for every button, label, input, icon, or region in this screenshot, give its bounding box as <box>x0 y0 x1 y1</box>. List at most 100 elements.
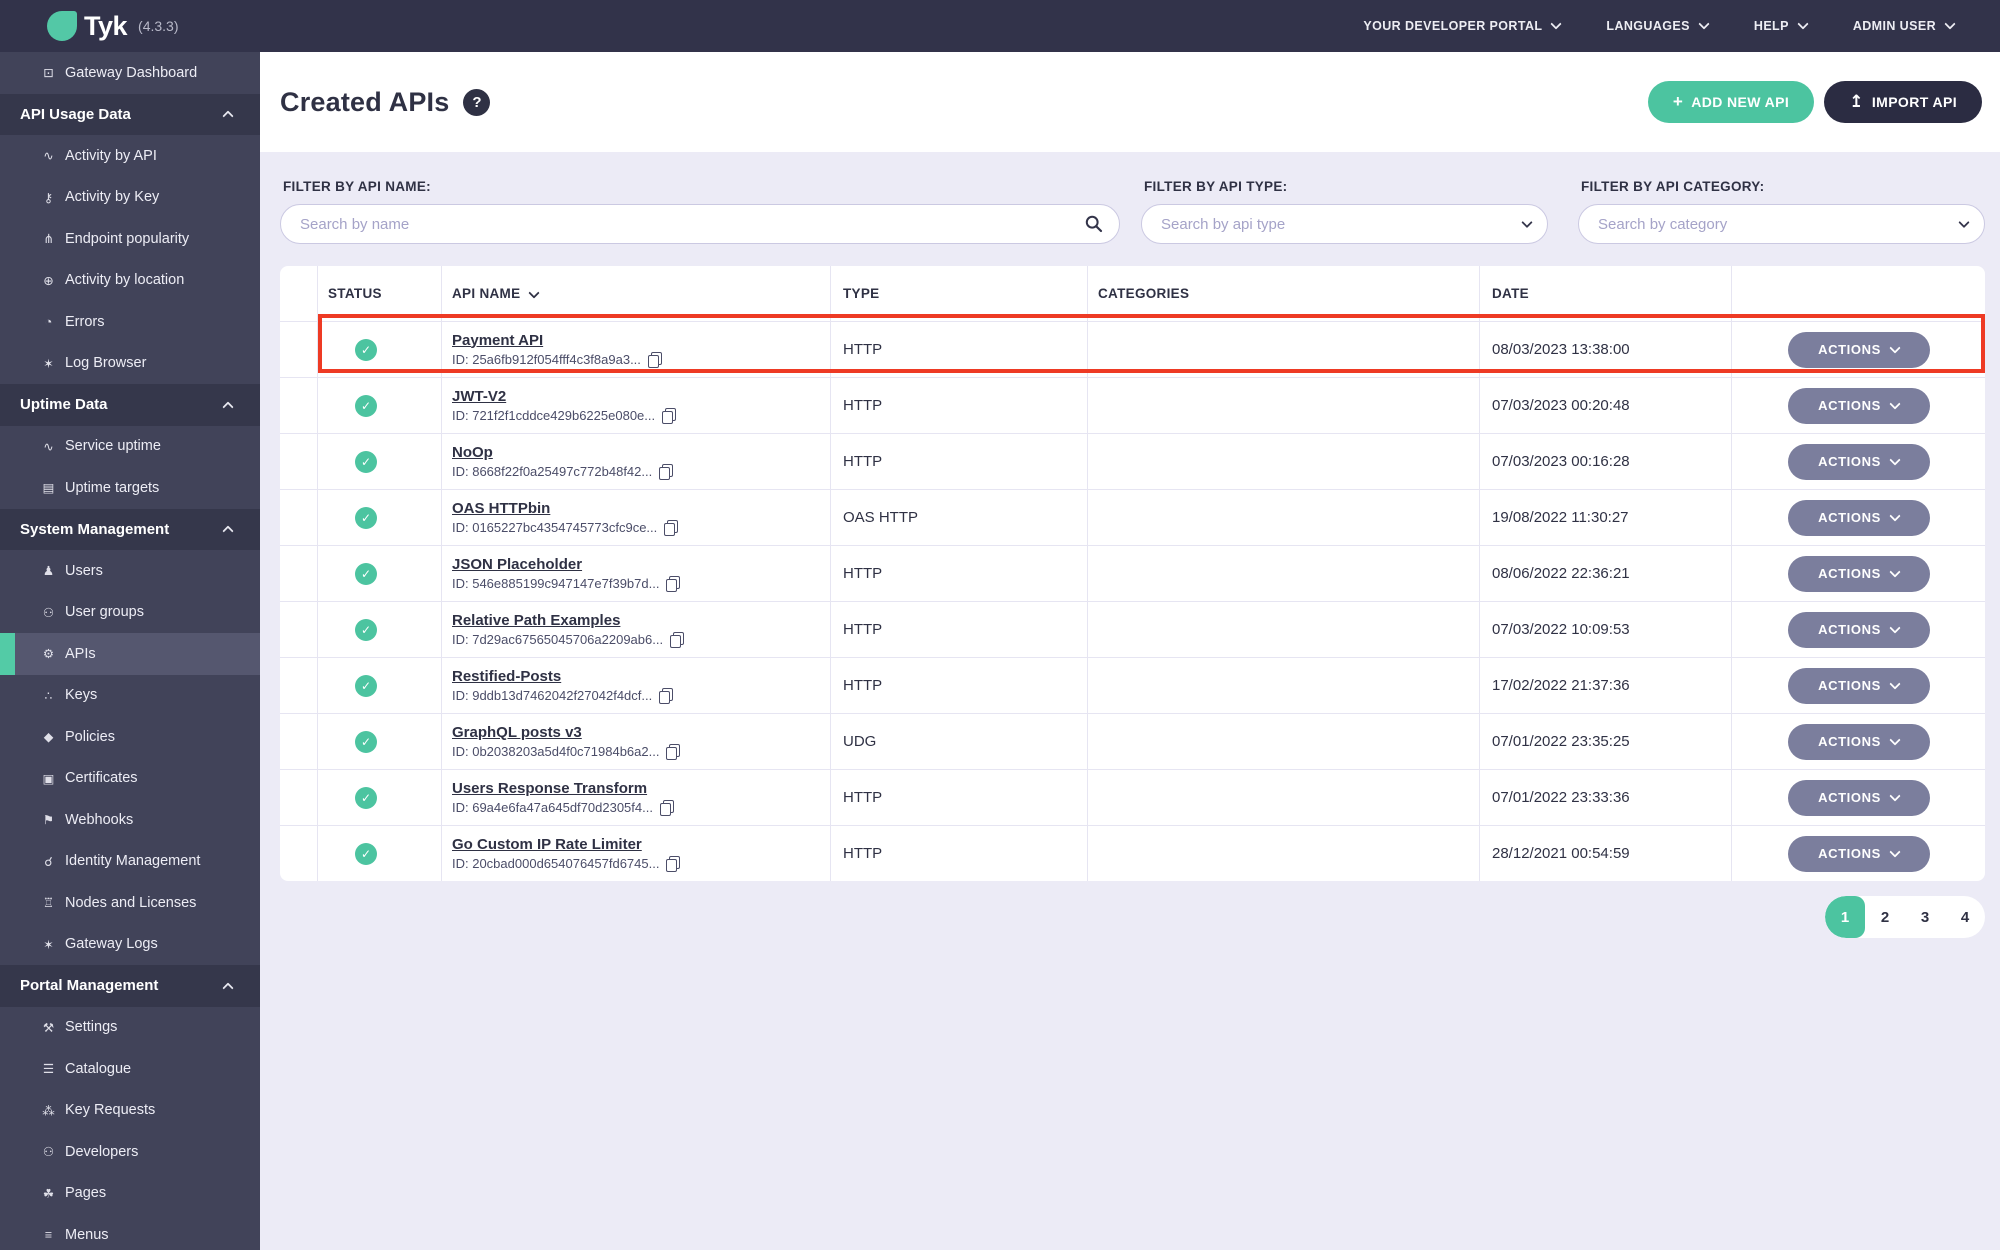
api-type: HTTP <box>831 546 1088 601</box>
sidebar-item-activity-by-location[interactable]: ⊕ Activity by location <box>0 260 260 302</box>
table-row: ✓ OAS HTTPbin ID: 0165227bc4354745773cfc… <box>280 489 1985 545</box>
chevron-down-icon[interactable] <box>1521 216 1533 229</box>
sitemap-icon: ∴ <box>44 688 53 703</box>
search-icon[interactable] <box>1085 215 1103 233</box>
table-row: ✓ Payment API ID: 25a6fb912f054fff4c3f8a… <box>280 321 1985 377</box>
sidebar-item-identity-management[interactable]: ☌ Identity Management <box>0 841 260 883</box>
sidebar-item-catalogue[interactable]: ☰ Catalogue <box>0 1048 260 1090</box>
api-id: ID: 9ddb13d7462042f27042f4dcf... <box>452 687 674 704</box>
api-name-link[interactable]: JWT-V2 <box>452 388 506 405</box>
user-icon: ♟ <box>42 564 55 579</box>
topbar-menu-languages[interactable]: LANGUAGES <box>1606 18 1710 33</box>
sidebar-item-certificates[interactable]: ▣ Certificates <box>0 758 260 800</box>
sidebar-item-users[interactable]: ♟ Users <box>0 550 260 592</box>
chevron-down-icon <box>1698 18 1710 30</box>
copy-icon[interactable] <box>659 463 674 480</box>
api-categories <box>1088 602 1480 657</box>
copy-icon[interactable] <box>662 407 677 424</box>
actions-button[interactable]: ACTIONS <box>1787 667 1930 704</box>
api-name-link[interactable]: GraphQL posts v3 <box>452 724 582 741</box>
page-button-3[interactable]: 3 <box>1905 896 1945 938</box>
topbar-menu-your-developer-portal[interactable]: YOUR DEVELOPER PORTAL <box>1363 18 1563 33</box>
copy-icon[interactable] <box>666 575 681 592</box>
topbar-menu-help[interactable]: HELP <box>1754 18 1809 33</box>
actions-button[interactable]: ACTIONS <box>1787 499 1930 536</box>
col-header-api-name[interactable]: API NAME <box>442 266 831 321</box>
sidebar-item-developers[interactable]: ⚇ Developers <box>0 1131 260 1173</box>
chevron-down-icon[interactable] <box>1958 216 1970 229</box>
actions-button[interactable]: ACTIONS <box>1787 779 1930 816</box>
api-id: ID: 0b2038203a5d4f0c71984b6a2... <box>452 743 681 760</box>
api-date: 17/02/2022 21:37:36 <box>1480 658 1732 713</box>
api-date: 07/01/2022 23:35:25 <box>1480 714 1732 769</box>
sidebar-section-uptime-data[interactable]: Uptime Data <box>0 384 260 426</box>
api-name-link[interactable]: NoOp <box>452 444 493 461</box>
sidebar-item-menus[interactable]: ≡ Menus <box>0 1214 260 1250</box>
copy-icon[interactable] <box>659 799 674 816</box>
sidebar-item-gateway-dashboard[interactable]: ⊡ Gateway Dashboard <box>0 52 260 94</box>
actions-button[interactable]: ACTIONS <box>1787 387 1930 424</box>
page-button-1[interactable]: 1 <box>1825 896 1865 938</box>
table-row: ✓ NoOp ID: 8668f22f0a25497c772b48f42... … <box>280 433 1985 489</box>
sidebar-item-activity-by-api[interactable]: ∿ Activity by API <box>0 135 260 177</box>
sidebar-item-policies[interactable]: ◆ Policies <box>0 716 260 758</box>
sidebar-item-nodes-and-licenses[interactable]: ♖ Nodes and Licenses <box>0 882 260 924</box>
actions-button[interactable]: ACTIONS <box>1787 835 1930 872</box>
copy-icon[interactable] <box>659 687 674 704</box>
api-name-link[interactable]: OAS HTTPbin <box>452 500 550 517</box>
help-icon[interactable]: ? <box>463 88 491 116</box>
copy-icon[interactable] <box>670 631 685 648</box>
actions-button[interactable]: ACTIONS <box>1787 723 1930 760</box>
sidebar-item-gateway-logs[interactable]: ✶ Gateway Logs <box>0 924 260 966</box>
topbar-menu-admin-user[interactable]: ADMIN USER <box>1853 18 1956 33</box>
actions-button[interactable]: ACTIONS <box>1787 611 1930 648</box>
page-button-2[interactable]: 2 <box>1865 896 1905 938</box>
table-row: ✓ JWT-V2 ID: 721f2f1cddce429b6225e080e..… <box>280 377 1985 433</box>
copy-icon[interactable] <box>664 519 679 536</box>
sidebar-item-uptime-targets[interactable]: ▤ Uptime targets <box>0 467 260 509</box>
sidebar-item-apis[interactable]: ⚙ APIs <box>0 633 260 675</box>
api-name-link[interactable]: Payment API <box>452 332 543 349</box>
sidebar-item-errors[interactable]: ◔ Errors <box>0 301 260 343</box>
copy-icon[interactable] <box>666 855 681 872</box>
copy-icon[interactable] <box>666 743 681 760</box>
api-name-link[interactable]: Restified-Posts <box>452 668 561 685</box>
sidebar-item-endpoint-popularity[interactable]: ⋔ Endpoint popularity <box>0 218 260 260</box>
sidebar-item-service-uptime[interactable]: ∿ Service uptime <box>0 426 260 468</box>
status-check-icon: ✓ <box>355 506 377 529</box>
import-api-button[interactable]: ↥ IMPORT API <box>1824 81 1982 123</box>
chevron-up-icon <box>222 525 234 537</box>
tyk-logo[interactable]: Tyk (4.3.3) <box>47 11 179 42</box>
actions-button[interactable]: ACTIONS <box>1787 443 1930 480</box>
sidebar-item-webhooks[interactable]: ⚑ Webhooks <box>0 799 260 841</box>
col-header-status: STATUS <box>318 266 442 321</box>
sidebar-section-api-usage-data[interactable]: API Usage Data <box>0 93 260 135</box>
sidebar-item-user-groups[interactable]: ⚇ User groups <box>0 592 260 634</box>
sidebar-item-log-browser[interactable]: ✶ Log Browser <box>0 343 260 385</box>
page-title: Created APIs <box>280 86 450 117</box>
sidebar-item-key-requests[interactable]: ⁂ Key Requests <box>0 1090 260 1132</box>
api-date: 08/06/2022 22:36:21 <box>1480 546 1732 601</box>
table-row: ✓ JSON Placeholder ID: 546e885199c947147… <box>280 545 1985 601</box>
add-new-api-button[interactable]: + ADD NEW API <box>1647 81 1815 123</box>
sidebar-item-pages[interactable]: ☘ Pages <box>0 1173 260 1215</box>
sidebar-section-system-management[interactable]: System Management <box>0 508 260 550</box>
actions-button[interactable]: ACTIONS <box>1787 555 1930 592</box>
api-name-link[interactable]: Relative Path Examples <box>452 612 620 629</box>
copy-icon[interactable] <box>647 351 662 368</box>
filter-input[interactable] <box>1141 204 1548 244</box>
sidebar-item-settings[interactable]: ⚒ Settings <box>0 1007 260 1049</box>
actions-button[interactable]: ACTIONS <box>1787 331 1930 368</box>
filter-filter-by-api-name: FILTER BY API NAME: <box>280 179 1120 244</box>
page-button-4[interactable]: 4 <box>1945 896 1985 938</box>
api-name-link[interactable]: JSON Placeholder <box>452 556 582 573</box>
bug-icon: ✶ <box>43 356 54 371</box>
filter-input[interactable] <box>280 204 1120 244</box>
bell-icon: ⚑ <box>42 813 55 828</box>
sidebar-item-activity-by-key[interactable]: ⚷ Activity by Key <box>0 177 260 219</box>
filter-input[interactable] <box>1578 204 1985 244</box>
sidebar-item-keys[interactable]: ∴ Keys <box>0 675 260 717</box>
api-name-link[interactable]: Go Custom IP Rate Limiter <box>452 836 642 853</box>
sidebar-section-portal-management[interactable]: Portal Management <box>0 965 260 1007</box>
api-name-link[interactable]: Users Response Transform <box>452 780 647 797</box>
